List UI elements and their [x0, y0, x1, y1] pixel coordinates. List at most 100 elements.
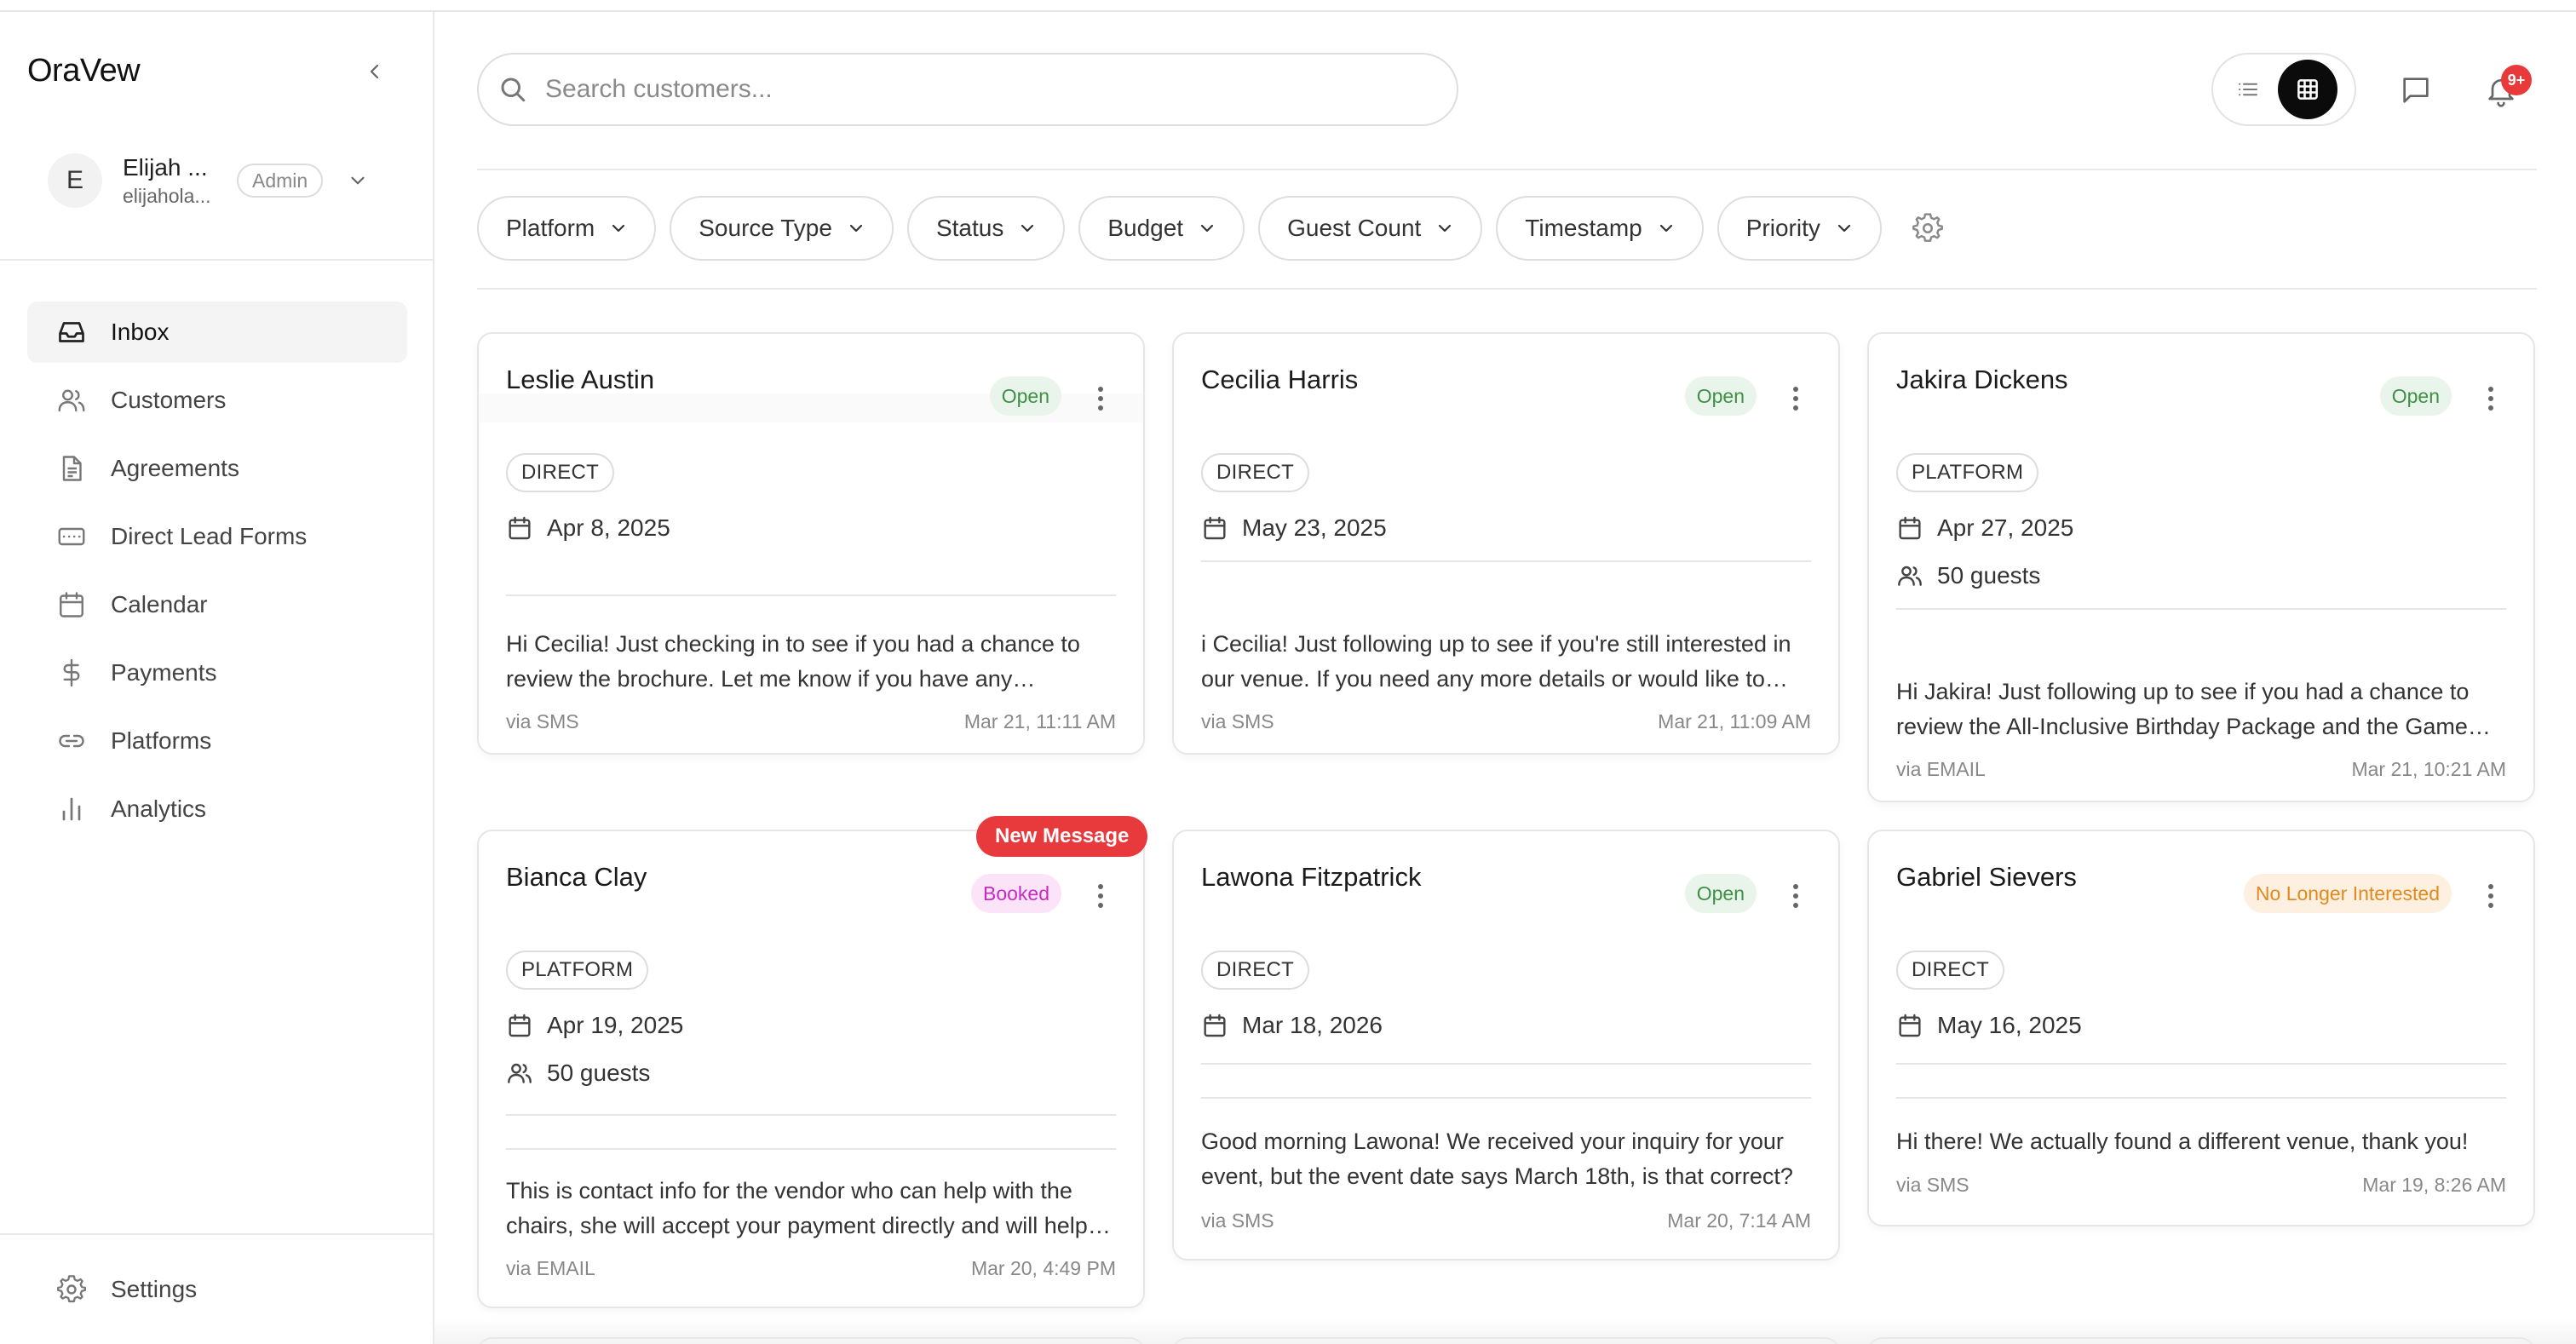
lead-card[interactable]: Bianca Clay Booked PLATFORM Apr 19, 2025…	[477, 830, 1145, 1308]
message-preview: Hi Cecilia! Just checking in to see if y…	[506, 631, 1080, 692]
card-footer: via EMAIL Mar 21, 10:21 AM	[1896, 758, 2506, 781]
status-badge: Open	[2379, 376, 2452, 416]
list-icon	[2239, 83, 2257, 96]
notifications-button[interactable]: 9+	[2481, 65, 2532, 111]
messages-button[interactable]	[2395, 70, 2436, 111]
filter-label: Source Type	[699, 215, 832, 241]
event-date: May 16, 2025	[1896, 1012, 2082, 1039]
customer-name: Bianca Clay	[506, 862, 647, 892]
more-vertical-icon	[1793, 387, 1798, 411]
customer-name: Leslie Austin	[506, 365, 655, 394]
scroll-fade	[434, 1318, 2576, 1344]
sidebar-item-platforms[interactable]: Platforms	[27, 710, 407, 772]
lead-card[interactable]: Cecilia Harris Open DIRECT May 23, 2025 …	[1172, 332, 1840, 755]
source-tag: PLATFORM	[506, 951, 649, 990]
settings-label: Settings	[111, 1276, 198, 1302]
chevron-down-icon	[608, 218, 629, 238]
channel-label: via SMS	[506, 710, 579, 732]
lead-card[interactable]: Leslie Austin Open DIRECT Apr 8, 2025 Hi…	[477, 332, 1145, 755]
filter-label: Guest Count	[1287, 215, 1422, 241]
sidebar-item-label: Inbox	[111, 319, 170, 345]
card-footer: via EMAIL Mar 20, 4:49 PM	[506, 1257, 1116, 1280]
message-timestamp: Mar 20, 4:49 PM	[970, 1257, 1116, 1279]
more-options-button[interactable]	[1785, 382, 1806, 416]
collapse-sidebar-button[interactable]	[358, 55, 392, 89]
avatar: E	[48, 153, 102, 208]
sidebar-item-calendar[interactable]: Calendar	[27, 574, 407, 635]
calendar-icon	[55, 588, 89, 622]
filter-label: Platform	[506, 215, 595, 241]
card-footer: via SMS Mar 21, 11:09 AM	[1201, 710, 1811, 733]
more-options-button[interactable]	[2481, 382, 2501, 416]
card-footer: via SMS Mar 21, 11:11 AM	[506, 710, 1116, 733]
calendar-icon	[1201, 514, 1228, 542]
filter-divider	[477, 288, 2537, 290]
lead-card[interactable]: Lawona Fitzpatrick Open DIRECT Mar 18, 2…	[1172, 830, 1840, 1261]
card-divider	[506, 1148, 1116, 1150]
sidebar-item-label: Direct Lead Forms	[111, 523, 308, 549]
sidebar-item-label: Customers	[111, 387, 227, 413]
lead-card[interactable]: Gabriel Sievers No Longer Interested DIR…	[1867, 830, 2535, 1226]
notification-count-badge: 9+	[2501, 65, 2532, 95]
chevron-down-icon	[351, 176, 365, 185]
link-icon	[55, 724, 89, 758]
filter-priority[interactable]: Priority	[1716, 196, 1882, 261]
chevron-down-icon	[846, 218, 866, 238]
sidebar-item-direct-lead-forms[interactable]: Direct Lead Forms	[27, 506, 407, 567]
message-timestamp: Mar 21, 11:09 AM	[1658, 710, 1811, 732]
list-view-button[interactable]	[2218, 60, 2278, 119]
sidebar-item-label: Platforms	[111, 727, 212, 754]
guest-count-text: 50 guests	[547, 1060, 651, 1086]
event-date-text: May 23, 2025	[1242, 514, 1387, 541]
filter-source-type[interactable]: Source Type	[670, 196, 894, 261]
user-menu-toggle[interactable]	[347, 169, 369, 192]
event-date-text: Apr 27, 2025	[1937, 514, 2074, 541]
source-tag: DIRECT	[1201, 951, 1310, 990]
more-options-button[interactable]	[2481, 879, 2501, 913]
filter-platform[interactable]: Platform	[477, 196, 657, 261]
sidebar-item-agreements[interactable]: Agreements	[27, 438, 407, 499]
customer-name: Gabriel Sievers	[1896, 862, 2077, 892]
message-timestamp: Mar 20, 7:14 AM	[1667, 1209, 1811, 1232]
event-date: Apr 27, 2025	[1896, 514, 2073, 542]
users-icon	[506, 1060, 533, 1087]
filter-timestamp[interactable]: Timestamp	[1496, 196, 1704, 261]
calendar-icon	[506, 514, 533, 542]
search-input[interactable]	[545, 75, 1397, 104]
sidebar-item-analytics[interactable]: Analytics	[27, 778, 407, 840]
more-options-button[interactable]	[1785, 879, 1806, 913]
event-date-text: Apr 19, 2025	[547, 1012, 684, 1038]
filter-settings-button[interactable]	[1904, 204, 1952, 252]
more-vertical-icon	[2488, 387, 2493, 411]
chevron-left-icon	[370, 64, 379, 79]
sidebar-item-settings[interactable]: Settings	[55, 1272, 197, 1307]
users-icon	[55, 383, 89, 417]
source-tag: PLATFORM	[1896, 453, 2039, 492]
more-options-button[interactable]	[1090, 382, 1111, 416]
message-square-icon	[2403, 78, 2429, 103]
filter-budget[interactable]: Budget	[1078, 196, 1245, 261]
header-divider	[477, 169, 2537, 170]
filter-guest-count[interactable]: Guest Count	[1258, 196, 1483, 261]
grid-view-button[interactable]	[2278, 60, 2337, 119]
event-date: Apr 19, 2025	[506, 1012, 683, 1039]
chevron-down-icon	[1197, 218, 1217, 238]
more-options-button[interactable]	[1090, 879, 1111, 913]
card-footer: via SMS Mar 19, 8:26 AM	[1896, 1174, 2506, 1197]
sidebar-item-payments[interactable]: Payments	[27, 642, 407, 704]
status-badge: Open	[1684, 874, 1757, 913]
sidebar-item-customers[interactable]: Customers	[27, 370, 407, 431]
search-bar[interactable]	[477, 53, 1458, 126]
event-date: Mar 18, 2026	[1201, 1012, 1383, 1039]
sidebar-item-inbox[interactable]: Inbox	[27, 302, 407, 363]
customer-name: Lawona Fitzpatrick	[1201, 862, 1422, 892]
gear-icon	[55, 1272, 89, 1307]
channel-label: via EMAIL	[506, 1257, 595, 1279]
user-menu[interactable]: E Elijah ... elijahola... Admin	[48, 146, 405, 215]
calendar-icon	[1896, 1012, 1923, 1039]
status-badge: Open	[989, 376, 1061, 416]
app-window: OraVew E Elijah ... elijahola... Admin I…	[0, 10, 2576, 1344]
filter-status[interactable]: Status	[906, 196, 1066, 261]
dollar-icon	[55, 656, 89, 690]
lead-card[interactable]: Jakira Dickens Open PLATFORM Apr 27, 202…	[1867, 332, 2535, 802]
